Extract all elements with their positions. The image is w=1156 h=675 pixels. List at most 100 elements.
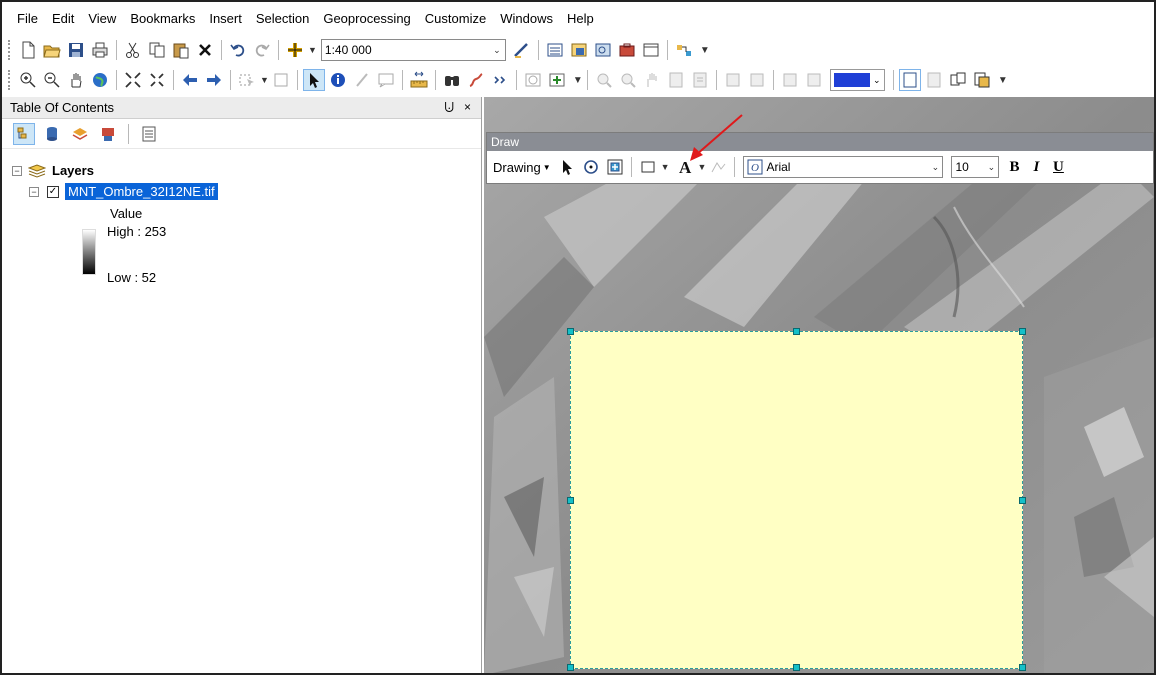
menu-view[interactable]: View	[81, 8, 123, 30]
selection-handle[interactable]	[1019, 497, 1026, 504]
selection-handle[interactable]	[1019, 328, 1026, 335]
underline-button[interactable]: U	[1047, 159, 1069, 176]
rotate-icon[interactable]	[580, 156, 602, 178]
menu-help[interactable]: Help	[560, 8, 601, 30]
map-scale-combo[interactable]: 1:40 000 ⌄	[320, 39, 506, 61]
go-to-xy-icon[interactable]	[489, 69, 511, 91]
pan-hand-icon[interactable]	[65, 69, 87, 91]
clear-selection-icon[interactable]	[270, 69, 292, 91]
catalog-window-icon[interactable]	[568, 39, 590, 61]
hyperlink-icon[interactable]	[351, 69, 373, 91]
draw-toolbar-title[interactable]: Draw	[487, 133, 1153, 151]
zoom-whole-page-icon[interactable]	[665, 69, 687, 91]
layers-label[interactable]: Layers	[52, 163, 94, 178]
layout-zoom-in-icon[interactable]	[593, 69, 615, 91]
chevron-down-icon[interactable]: ⌄	[928, 162, 942, 173]
delete-icon[interactable]	[194, 39, 216, 61]
list-by-drawing-order-icon[interactable]	[13, 122, 35, 145]
rectangle-tool-icon[interactable]	[637, 156, 659, 178]
fixed-zoom-out-layout-icon[interactable]	[746, 69, 768, 91]
time-slider-icon[interactable]	[522, 69, 544, 91]
modelbuilder-icon[interactable]	[673, 39, 695, 61]
find-binoculars-icon[interactable]	[441, 69, 463, 91]
selection-handle[interactable]	[567, 497, 574, 504]
select-elements-icon[interactable]	[556, 156, 578, 178]
layer-row[interactable]: − ✓ MNT_Ombre_32I12NE.tif	[29, 183, 218, 200]
map-scale-value[interactable]: 1:40 000	[322, 43, 489, 57]
menu-insert[interactable]: Insert	[202, 8, 249, 30]
pin-icon[interactable]: ⨃	[444, 100, 454, 115]
layer-visibility-checkbox[interactable]: ✓	[47, 185, 59, 198]
menu-customize[interactable]: Customize	[418, 8, 493, 30]
focus-data-frame-icon[interactable]	[923, 69, 945, 91]
add-data-icon[interactable]	[284, 39, 306, 61]
bold-button[interactable]: B	[1003, 159, 1025, 176]
copy-icon[interactable]	[146, 39, 168, 61]
selection-handle[interactable]	[567, 664, 574, 671]
paste-icon[interactable]	[170, 39, 192, 61]
new-document-icon[interactable]	[17, 39, 39, 61]
font-combo[interactable]: O Arial ⌄	[743, 156, 944, 178]
go-forward-layout-icon[interactable]	[803, 69, 825, 91]
editor-toolbar-icon[interactable]	[511, 39, 533, 61]
selection-handle[interactable]	[793, 328, 800, 335]
collapse-icon[interactable]: −	[12, 165, 22, 176]
toolbar-grip[interactable]	[8, 70, 12, 90]
data-driven-pages-icon[interactable]	[971, 69, 993, 91]
layout-zoom-out-icon[interactable]	[617, 69, 639, 91]
menu-edit[interactable]: Edit	[45, 8, 81, 30]
new-text-icon[interactable]: A	[674, 156, 696, 178]
open-folder-icon[interactable]	[41, 39, 63, 61]
rectangle-graphic[interactable]	[570, 331, 1023, 669]
add-data-dropdown[interactable]: ▼	[308, 45, 317, 55]
layout-zoom-percent-value[interactable]	[833, 73, 870, 87]
go-back-extent-icon[interactable]	[179, 69, 201, 91]
toolbar-overflow[interactable]: ▼	[700, 45, 710, 56]
select-features-icon[interactable]	[236, 69, 258, 91]
measure-icon[interactable]	[408, 69, 430, 91]
rectangle-tool-dropdown[interactable]: ▼	[661, 162, 670, 172]
create-viewer-window-icon[interactable]	[546, 69, 568, 91]
layer-name[interactable]: MNT_Ombre_32I12NE.tif	[65, 183, 218, 200]
menu-selection[interactable]: Selection	[249, 8, 316, 30]
list-by-source-icon[interactable]	[41, 123, 63, 145]
full-extent-globe-icon[interactable]	[89, 69, 111, 91]
selection-handle[interactable]	[567, 328, 574, 335]
zoom-out-icon[interactable]	[41, 69, 63, 91]
go-back-layout-icon[interactable]	[779, 69, 801, 91]
selection-handle[interactable]	[1019, 664, 1026, 671]
python-window-icon[interactable]	[640, 39, 662, 61]
print-icon[interactable]	[89, 39, 111, 61]
toggle-draft-mode-icon[interactable]	[898, 69, 921, 91]
map-display[interactable]: Draw Drawing ▼ ▼ A ▼ O Arial ⌄ 10 ⌄ B I …	[484, 97, 1154, 673]
font-size-combo[interactable]: 10 ⌄	[951, 156, 1000, 178]
selection-handle[interactable]	[793, 664, 800, 671]
toolbar-grip[interactable]	[8, 40, 12, 60]
menu-windows[interactable]: Windows	[493, 8, 560, 30]
italic-button[interactable]: I	[1025, 159, 1047, 176]
new-text-dropdown[interactable]: ▼	[698, 162, 707, 172]
font-size-value[interactable]: 10	[952, 160, 984, 174]
drawing-menu-button[interactable]: Drawing ▼	[493, 160, 551, 175]
list-by-selection-icon[interactable]	[97, 123, 119, 145]
search-window-icon[interactable]	[592, 39, 614, 61]
chevron-down-icon[interactable]: ⌄	[984, 162, 998, 173]
html-popup-icon[interactable]	[375, 69, 397, 91]
zoom-100-icon[interactable]	[689, 69, 711, 91]
zoom-in-icon[interactable]	[17, 69, 39, 91]
collapse-icon[interactable]: −	[29, 186, 39, 197]
save-icon[interactable]	[65, 39, 87, 61]
fixed-zoom-in-icon[interactable]	[122, 69, 144, 91]
zoom-to-selected-elements-icon[interactable]	[604, 156, 626, 178]
select-elements-arrow-icon[interactable]	[302, 69, 325, 91]
undo-icon[interactable]	[227, 39, 249, 61]
list-by-visibility-icon[interactable]	[69, 123, 91, 145]
toc-options-icon[interactable]	[138, 123, 160, 145]
select-features-dropdown[interactable]: ▼	[260, 75, 269, 85]
fixed-zoom-in-layout-icon[interactable]	[722, 69, 744, 91]
menu-bookmarks[interactable]: Bookmarks	[123, 8, 202, 30]
toolbar-overflow[interactable]: ▼	[573, 75, 583, 86]
font-value[interactable]: Arial	[766, 160, 928, 174]
arctoolbox-icon[interactable]	[616, 39, 638, 61]
find-route-icon[interactable]	[465, 69, 487, 91]
